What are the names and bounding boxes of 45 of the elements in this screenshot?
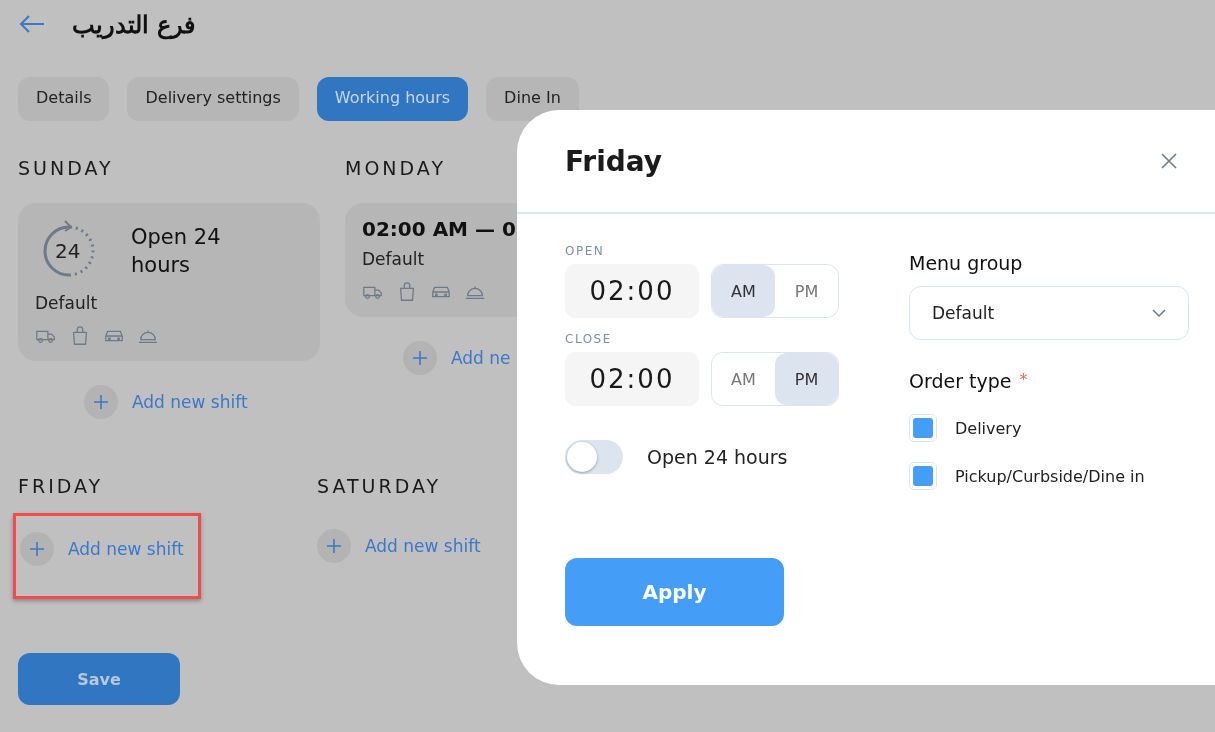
field-label: Order type	[909, 370, 1012, 392]
add-shift-button[interactable]: Add new shift	[317, 529, 481, 563]
plus-icon	[28, 540, 46, 558]
day-heading: FRIDAY	[18, 475, 104, 499]
apply-button[interactable]: Apply	[565, 558, 784, 626]
hours-label: 24	[55, 239, 81, 263]
time-label: OPEN	[565, 244, 606, 258]
period-option[interactable]: PM	[774, 353, 838, 405]
required-mark: *	[1019, 370, 1028, 391]
plus-icon	[325, 537, 343, 555]
tab[interactable]: Working hours	[316, 77, 469, 121]
shift-title: Open 24 hours	[131, 224, 222, 279]
checkbox[interactable]	[909, 462, 937, 490]
checkbox[interactable]	[909, 414, 937, 442]
save-button[interactable]: Save	[18, 653, 180, 705]
add-shift-button[interactable]: Add new shift	[84, 385, 248, 419]
period-option[interactable]: AM	[711, 265, 775, 317]
toggle-label: Open 24 hours	[647, 446, 788, 468]
day-heading: SUNDAY	[18, 157, 114, 181]
close-button[interactable]	[1161, 153, 1177, 169]
tab[interactable]: Dine In	[486, 77, 579, 121]
add-shift-button[interactable]: Add new shift	[20, 532, 184, 566]
time-label: CLOSE	[565, 332, 613, 346]
checkbox-label: Pickup/Curbside/Dine in	[955, 466, 1145, 486]
page-title: فرع التدريب	[72, 9, 196, 39]
close-icon	[1161, 153, 1177, 169]
plus-icon	[411, 349, 429, 367]
tab[interactable]: Delivery settings	[127, 77, 299, 121]
add-shift-button[interactable]: Add ne	[403, 341, 511, 375]
chevron-down-icon	[1152, 309, 1166, 317]
plus-icon	[92, 393, 110, 411]
shift-time: 02:00 AM — 0	[362, 217, 517, 241]
day-heading: SATURDAY	[317, 475, 442, 499]
toggle-switch[interactable]	[565, 440, 623, 474]
checkbox-label: Delivery	[955, 418, 1022, 438]
tab[interactable]: Details	[18, 77, 110, 121]
menu-group-label: Default	[35, 293, 98, 313]
menu-group-label: Default	[362, 249, 425, 269]
time-field[interactable]: 02:00	[565, 264, 699, 318]
time-field[interactable]: 02:00	[565, 352, 699, 406]
menu-group-select[interactable]: Default	[909, 286, 1189, 340]
field-label: Menu group	[909, 252, 1023, 274]
back-arrow-icon[interactable]	[18, 14, 46, 34]
dialog-title: Friday	[565, 144, 663, 178]
day-heading: MONDAY	[345, 157, 446, 181]
